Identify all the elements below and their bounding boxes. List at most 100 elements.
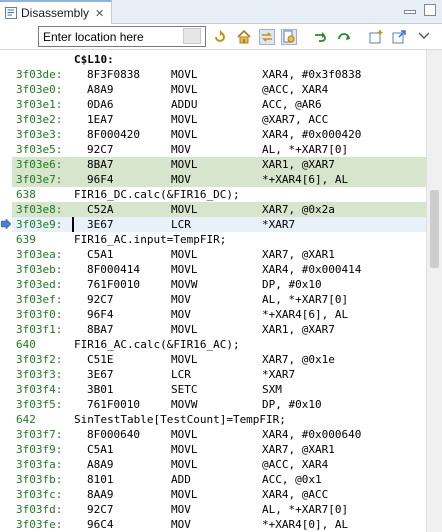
- tab-disassembly[interactable]: Disassembly ✕: [0, 0, 112, 24]
- new-view-icon[interactable]: [368, 29, 384, 45]
- instruction-row[interactable]: 3f03f1: 8BA7 MOVL XAR1, @XAR7: [12, 322, 426, 337]
- instruction-operands: @XAR7, ACC: [262, 113, 329, 126]
- instruction-operands: XAR7, @XAR1: [262, 443, 335, 456]
- instruction-address: 3f03fb:: [16, 473, 63, 486]
- disassembly-listing[interactable]: C$L10: 3f03de: 8F3F0838 MOVL XAR4, #0x3f0838…: [0, 50, 426, 532]
- sync-icon[interactable]: [281, 29, 297, 45]
- instruction-address: 3f03f0:: [16, 308, 63, 321]
- label-row[interactable]: C$L10:: [12, 52, 426, 67]
- instruction-row[interactable]: 3f03fa: A8A9 MOVL @ACC, XAR4: [12, 457, 426, 472]
- instruction-opcode: 92C7: [87, 143, 114, 156]
- instruction-row[interactable]: 3f03fd: 92C7 MOV AL, *+XAR7[0]: [12, 502, 426, 517]
- instruction-row[interactable]: 3f03f5: 761F0010 MOVW DP, #0x10: [12, 397, 426, 412]
- instruction-operands: DP, #0x10: [262, 398, 322, 411]
- instruction-row[interactable]: 3f03fb: 8101 ADD ACC, @0x1: [12, 472, 426, 487]
- instruction-address: 3f03de:: [16, 68, 63, 81]
- instruction-address: 3f03f1:: [16, 323, 63, 336]
- instruction-mnemonic: MOVL: [171, 128, 198, 141]
- instruction-row[interactable]: 3f03e9: 3E67 LCR *XAR7: [12, 217, 426, 232]
- instruction-row[interactable]: 3f03fc: 8AA9 MOVL XAR4, @ACC: [12, 487, 426, 502]
- instruction-row[interactable]: 3f03fe: 96C4 MOV *+XAR4[0], AL: [12, 517, 426, 532]
- instruction-operands: XAR1, @XAR7: [262, 323, 335, 336]
- gutter[interactable]: [0, 50, 12, 532]
- instruction-mnemonic: MOV: [171, 503, 191, 516]
- instruction-address: 3f03e5:: [16, 143, 63, 156]
- instruction-row[interactable]: 3f03f9: C5A1 MOVL XAR7, @XAR1: [12, 442, 426, 457]
- instruction-opcode: 96C4: [87, 518, 114, 531]
- source-line-row[interactable]: 642 SinTestTable[TestCount]=TempFIR;: [12, 412, 426, 427]
- instruction-row[interactable]: 3f03ef: 92C7 MOV AL, *+XAR7[0]: [12, 292, 426, 307]
- instruction-address: 3f03ea:: [16, 248, 63, 261]
- instruction-row[interactable]: 3f03f0: 96F4 MOV *+XAR4[6], AL: [12, 307, 426, 322]
- location-input[interactable]: [38, 26, 206, 47]
- step-icon[interactable]: [313, 29, 329, 45]
- instruction-opcode: 3E67: [87, 368, 114, 381]
- instruction-address: 3f03e7:: [16, 173, 63, 186]
- instruction-mnemonic: ADD: [171, 473, 191, 486]
- go-to-location-icon[interactable]: [183, 28, 201, 44]
- instruction-operands: XAR4, #0x3f0838: [262, 68, 362, 81]
- instruction-row[interactable]: 3f03ed: 761F0010 MOVW DP, #0x10: [12, 277, 426, 292]
- source-line-number: 640: [16, 338, 36, 351]
- instruction-row[interactable]: 3f03f7: 8F000640 MOVL XAR4, #0x000640: [12, 427, 426, 442]
- instruction-address: 3f03f9:: [16, 443, 63, 456]
- instruction-address: 3f03e1:: [16, 98, 63, 111]
- instruction-row[interactable]: 3f03ea: C5A1 MOVL XAR7, @XAR1: [12, 247, 426, 262]
- instruction-address: 3f03e2:: [16, 113, 63, 126]
- instruction-row[interactable]: 3f03e7: 96F4 MOV *+XAR4[6], AL: [12, 172, 426, 187]
- instruction-row[interactable]: 3f03eb: 8F000414 MOVL XAR4, #0x000414: [12, 262, 426, 277]
- instruction-row[interactable]: 3f03de: 8F3F0838 MOVL XAR4, #0x3f0838: [12, 67, 426, 82]
- instruction-row[interactable]: 3f03f2: C51E MOVL XAR7, @0x1e: [12, 352, 426, 367]
- instruction-opcode: 96F4: [87, 173, 114, 186]
- program-counter-icon: [1, 219, 11, 229]
- instruction-operands: XAR7, @0x2a: [262, 203, 335, 216]
- home-icon[interactable]: [236, 29, 252, 45]
- restart-icon[interactable]: [336, 29, 352, 45]
- instruction-row[interactable]: 3f03f4: 3B01 SETC SXM: [12, 382, 426, 397]
- instruction-row[interactable]: 3f03e8: C52A MOVL XAR7, @0x2a: [12, 202, 426, 217]
- instruction-operands: XAR4, #0x000640: [262, 428, 362, 441]
- scrollbar-thumb[interactable]: [430, 190, 439, 268]
- instruction-opcode: 8F000414: [87, 263, 140, 276]
- minimize-button[interactable]: [404, 10, 416, 14]
- instruction-mnemonic: MOVW: [171, 278, 198, 291]
- source-line-row[interactable]: 640 FIR16_AC.calc(&FIR16_AC);: [12, 337, 426, 352]
- maximize-button[interactable]: [424, 4, 436, 16]
- source-line-row[interactable]: 639 FIR16_AC.input=TempFIR;: [12, 232, 426, 247]
- instruction-mnemonic: MOVL: [171, 443, 198, 456]
- instruction-row[interactable]: 3f03e6: 8BA7 MOVL XAR1, @XAR7: [12, 157, 426, 172]
- instruction-address: 3f03ef:: [16, 293, 63, 306]
- instruction-mnemonic: MOVL: [171, 203, 198, 216]
- instruction-opcode: C5A1: [87, 248, 114, 261]
- instruction-row[interactable]: 3f03e2: 1EA7 MOVL @XAR7, ACC: [12, 112, 426, 127]
- vertical-scrollbar[interactable]: [426, 50, 442, 532]
- instruction-row[interactable]: 3f03e3: 8F000420 MOVL XAR4, #0x000420: [12, 127, 426, 142]
- refresh-icon[interactable]: [212, 29, 228, 45]
- instruction-opcode: C5A1: [87, 443, 114, 456]
- instruction-opcode: 8BA7: [87, 158, 114, 171]
- instruction-address: 3f03e6:: [16, 158, 63, 171]
- instruction-mnemonic: MOVL: [171, 83, 198, 96]
- instruction-operands: SXM: [262, 383, 282, 396]
- instruction-mnemonic: MOVL: [171, 428, 198, 441]
- open-external-icon[interactable]: [391, 29, 407, 45]
- instruction-address: 3f03e8:: [16, 203, 63, 216]
- instruction-operands: *+XAR4[0], AL: [262, 518, 349, 531]
- view-menu-icon[interactable]: [418, 31, 434, 47]
- close-icon[interactable]: ✕: [95, 7, 104, 20]
- instruction-operands: *+XAR4[6], AL: [262, 173, 349, 186]
- instruction-opcode: 3B01: [87, 383, 114, 396]
- source-line-row[interactable]: 638 FIR16_DC.calc(&FIR16_DC);: [12, 187, 426, 202]
- instruction-operands: AL, *+XAR7[0]: [262, 503, 349, 516]
- instruction-operands: XAR1, @XAR7: [262, 158, 335, 171]
- instruction-operands: AL, *+XAR7[0]: [262, 143, 349, 156]
- instruction-operands: AL, *+XAR7[0]: [262, 293, 349, 306]
- instruction-opcode: 8101: [87, 473, 114, 486]
- instruction-mnemonic: MOVL: [171, 458, 198, 471]
- link-with-editor-icon[interactable]: [259, 29, 275, 45]
- instruction-row[interactable]: 3f03f3: 3E67 LCR *XAR7: [12, 367, 426, 382]
- code-label: C$L10:: [74, 53, 114, 66]
- instruction-row[interactable]: 3f03e1: 0DA6 ADDU ACC, @AR6: [12, 97, 426, 112]
- instruction-row[interactable]: 3f03e5: 92C7 MOV AL, *+XAR7[0]: [12, 142, 426, 157]
- instruction-row[interactable]: 3f03e0: A8A9 MOVL @ACC, XAR4: [12, 82, 426, 97]
